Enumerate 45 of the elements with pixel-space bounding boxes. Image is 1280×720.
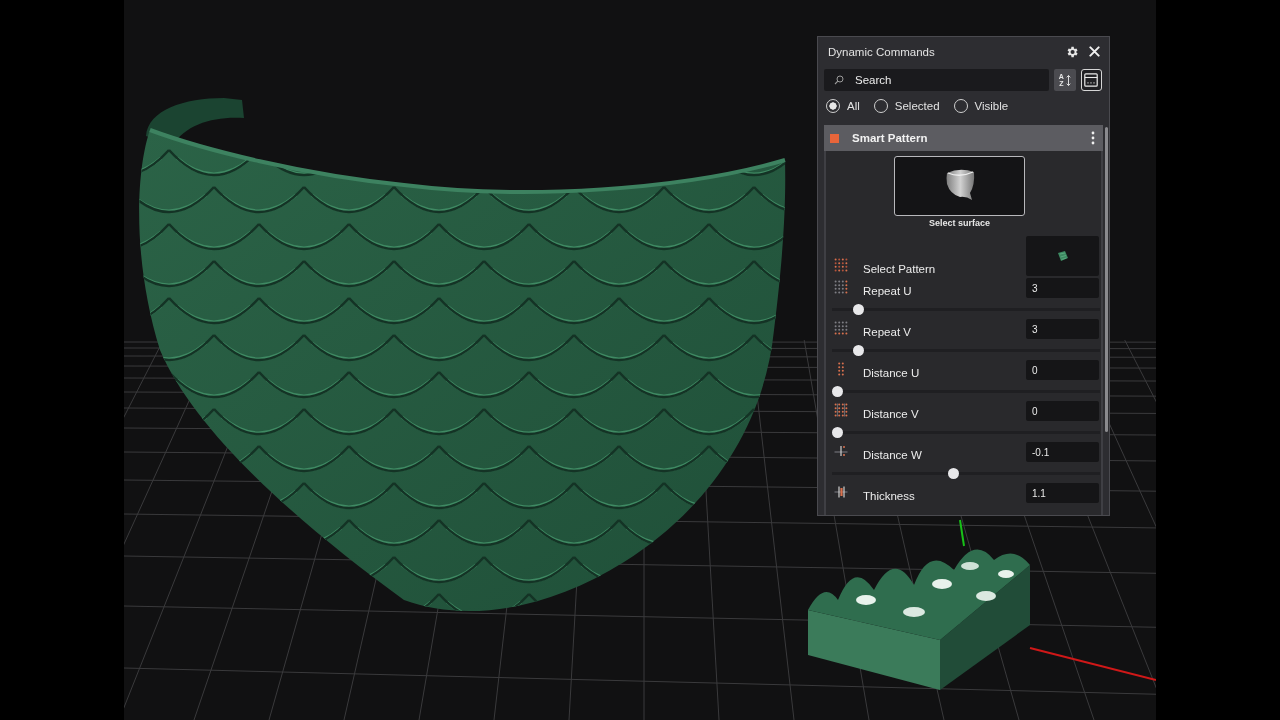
value-field[interactable]: 0 xyxy=(1026,401,1099,421)
filter-radio[interactable]: Selected xyxy=(873,99,940,113)
close-icon[interactable] xyxy=(1089,46,1100,57)
dot-columns-icon xyxy=(834,403,848,417)
parameter-label: Distance V xyxy=(863,407,920,421)
bars-icon xyxy=(834,485,848,499)
panel-title: Dynamic Commands xyxy=(828,45,936,58)
search-icon xyxy=(834,75,844,85)
parameter-label: Distance U xyxy=(863,366,921,380)
dot-grid-icon xyxy=(834,321,848,335)
filter-radio[interactable]: All xyxy=(826,99,860,113)
parameter-label: Distance W xyxy=(863,448,923,462)
calculator-button[interactable] xyxy=(1080,69,1102,91)
surface-caption: Select surface xyxy=(928,218,990,229)
dot-grid-icon xyxy=(834,258,848,272)
parameter-label: Select Pattern xyxy=(863,262,937,276)
value-field[interactable]: 3 xyxy=(1026,319,1099,339)
square-icon xyxy=(830,133,839,143)
value-field[interactable]: 1.1 xyxy=(1026,483,1099,503)
value-field[interactable]: -0.1 xyxy=(1026,442,1099,462)
section-title: Smart Pattern xyxy=(852,132,929,144)
parameter-label: Repeat U xyxy=(863,284,913,298)
slider-thumb[interactable] xyxy=(832,427,843,438)
value-field[interactable]: 0 xyxy=(1026,360,1099,380)
slider-thumb[interactable] xyxy=(852,345,864,356)
y-axis-line xyxy=(959,519,965,547)
parameter-label: Repeat V xyxy=(863,325,912,339)
section-header[interactable]: Smart Pattern xyxy=(824,125,1103,151)
slider-thumb[interactable] xyxy=(852,304,864,315)
dot-grid-icon xyxy=(834,280,848,294)
cross-dots-icon xyxy=(834,444,848,458)
calculator-icon xyxy=(1084,73,1099,87)
bowl-icon xyxy=(944,167,975,201)
filter-radio[interactable]: Visible xyxy=(953,99,1009,113)
settings-icon[interactable] xyxy=(1065,44,1079,59)
slider-thumb[interactable] xyxy=(947,468,959,479)
more-options-icon[interactable] xyxy=(1091,131,1095,145)
surface-picker[interactable] xyxy=(894,156,1025,216)
search-field[interactable]: Search xyxy=(824,69,1049,91)
slider-thumb[interactable] xyxy=(832,386,843,397)
value-field[interactable]: 3 xyxy=(1026,278,1099,298)
parameter-label: Thickness xyxy=(863,489,916,503)
tile-icon xyxy=(1056,250,1069,262)
updown-arrow-icon xyxy=(1065,73,1071,87)
scrollbar-thumb[interactable] xyxy=(1104,127,1108,432)
